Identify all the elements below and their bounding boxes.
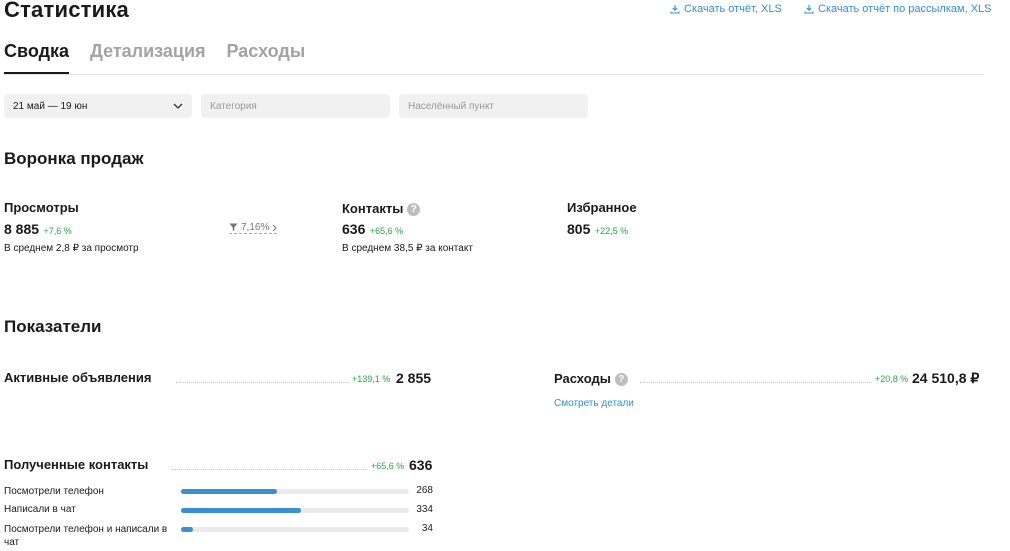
expenses-header: Расходы?	[554, 370, 628, 388]
conversion-rate[interactable]: 7,16%	[229, 222, 278, 234]
contacts-value: 636	[342, 221, 366, 237]
active-ads-label: Активные объявления	[4, 370, 152, 385]
bar-fill-chat	[181, 508, 301, 513]
views-metric: 8 885 +7,6 %	[4, 221, 72, 239]
chevron-right-icon	[273, 224, 278, 231]
received-contacts-delta: +65,6 %	[371, 461, 405, 471]
bar-label-phone-and-chat: Посмотрели телефон и написали в чат	[4, 524, 168, 548]
contacts-delta: +65,6 %	[369, 226, 404, 236]
download-icon	[670, 5, 680, 14]
views-delta: +7,6 %	[43, 226, 72, 236]
city-placeholder: Населённый пункт	[408, 100, 495, 112]
period-value: 21 май — 19 юн	[13, 100, 88, 112]
bar-track	[181, 489, 409, 494]
active-ads-delta: +139,1 %	[352, 374, 391, 384]
bar-value-phone-and-chat: 34	[421, 523, 433, 534]
category-input[interactable]: Категория	[201, 94, 390, 118]
tab-expenses[interactable]: Расходы	[227, 41, 306, 75]
city-input[interactable]: Населённый пункт	[399, 94, 588, 118]
bar-value-phone: 268	[416, 485, 433, 496]
help-icon[interactable]: ?	[614, 373, 628, 386]
expenses-label: Расходы	[554, 371, 611, 386]
help-icon[interactable]: ?	[407, 203, 421, 216]
contacts-header: Контакты?	[342, 200, 421, 218]
page-title: Статистика	[4, 0, 129, 22]
active-ads-value: 2 855	[396, 370, 432, 386]
contacts-metric: 636 +65,6 %	[342, 221, 403, 239]
favorites-value: 805	[567, 221, 591, 237]
tab-summary[interactable]: Сводка	[4, 41, 70, 75]
filter-funnel-icon	[229, 223, 238, 231]
funnel-title: Воронка продаж	[4, 149, 144, 168]
expenses-delta: +20,8 %	[875, 374, 909, 384]
chevron-down-icon	[173, 103, 183, 109]
bar-fill-phone-and-chat	[181, 527, 194, 532]
tab-details[interactable]: Детализация	[90, 41, 206, 75]
download-report-link[interactable]: Скачать отчёт, XLS	[670, 3, 782, 15]
contacts-note: В среднем 38,5 ₽ за контакт	[342, 243, 473, 254]
received-contacts-label: Полученные контакты	[4, 457, 149, 472]
leader-dots	[640, 382, 872, 383]
conversion-value: 7,16%	[241, 222, 270, 233]
period-select[interactable]: 21 май — 19 юн	[4, 94, 192, 118]
bar-track	[181, 527, 409, 532]
views-label: Просмотры	[4, 200, 79, 215]
views-note: В среднем 2,8 ₽ за просмотр	[4, 243, 139, 254]
contacts-label: Контакты	[342, 201, 404, 216]
tabs-divider	[4, 74, 984, 75]
leader-dots	[172, 469, 368, 470]
bar-value-chat: 334	[416, 504, 433, 515]
tab-bar: Сводка Детализация Расходы	[4, 41, 305, 75]
expenses-details-link[interactable]: Смотреть детали	[554, 398, 634, 409]
indicators-title: Показатели	[4, 317, 102, 336]
download-mailings-label: Скачать отчёт по рассылкам, XLS	[818, 3, 992, 15]
favorites-label: Избранное	[567, 200, 637, 215]
views-value: 8 885	[4, 221, 40, 237]
category-placeholder: Категория	[210, 100, 257, 112]
bar-label-chat: Написали в чат	[4, 504, 76, 515]
favorites-metric: 805 +22,5 %	[567, 221, 628, 239]
favorites-delta: +22,5 %	[594, 226, 629, 236]
expenses-value: 24 510,8 ₽	[912, 370, 980, 386]
bar-fill-phone	[181, 489, 277, 494]
leader-dots	[176, 382, 348, 383]
bar-track	[181, 508, 409, 513]
received-contacts-value: 636	[409, 457, 433, 473]
download-mailings-report-link[interactable]: Скачать отчёт по рассылкам, XLS	[804, 3, 992, 15]
download-report-label: Скачать отчёт, XLS	[684, 3, 782, 15]
bar-label-phone: Посмотрели телефон	[4, 486, 104, 497]
download-icon	[804, 5, 814, 14]
